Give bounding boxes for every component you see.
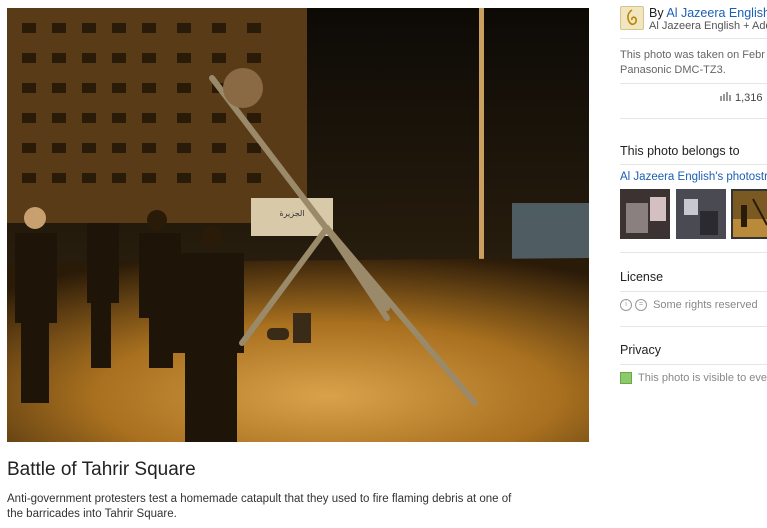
photostream-link[interactable]: Al Jazeera English's photostre	[620, 171, 767, 183]
divider	[620, 364, 767, 365]
thumbnail-image	[620, 189, 670, 239]
photo-taken-info: This photo was taken on Febr Panasonic D…	[620, 48, 765, 78]
al-jazeera-logo-icon	[627, 9, 637, 26]
stats-bars-icon	[720, 92, 731, 104]
add-contact-button[interactable]: + Add	[743, 20, 767, 32]
thumbnail-image	[676, 189, 726, 239]
photo-sidebar: By Al Jazeera English Al Jazeera English…	[620, 0, 767, 528]
view-count: 1,316	[720, 92, 763, 104]
photostream-thumbnail[interactable]	[620, 189, 670, 239]
cc-attribution-icon: i	[620, 299, 632, 312]
cc-noncommercial-icon: =	[635, 299, 647, 312]
divider	[620, 83, 767, 84]
thumbnail-image	[733, 191, 767, 237]
privacy-info: This photo is visible to eve	[620, 372, 767, 385]
catapult-photo-image: الجزيرة	[7, 8, 589, 442]
main-photo[interactable]: الجزيرة	[7, 8, 589, 442]
divider	[620, 164, 767, 165]
owner-sub-name: Al Jazeera English	[649, 20, 741, 32]
photo-description: Anti-government protesters test a homema…	[7, 493, 512, 520]
owner-byline: By Al Jazeera English	[649, 6, 767, 20]
privacy-text: This photo is visible to eve	[638, 372, 767, 384]
divider	[620, 38, 767, 39]
by-prefix: By	[649, 6, 664, 20]
visibility-status-icon	[620, 372, 632, 385]
photostream-thumbnail[interactable]	[676, 189, 726, 239]
license-link[interactable]: Some rights reserved	[653, 299, 758, 311]
privacy-heading: Privacy	[620, 343, 661, 357]
owner-avatar[interactable]	[620, 6, 644, 30]
divider	[620, 118, 767, 119]
owner-name-link[interactable]: Al Jazeera English	[666, 6, 767, 20]
photostream-thumbnail-current[interactable]	[731, 189, 767, 239]
owner-subline: Al Jazeera English + Add	[649, 20, 767, 32]
photo-title: Battle of Tahrir Square	[7, 459, 196, 480]
divider	[620, 326, 767, 327]
taken-date-text: This photo was taken on Febr	[620, 49, 765, 61]
view-count-value: 1,316	[735, 92, 763, 104]
divider	[620, 291, 767, 292]
license-info: i = Some rights reserved	[620, 299, 758, 312]
belongs-heading: This photo belongs to	[620, 144, 740, 158]
truck-sign-text: الجزيرة	[279, 209, 304, 218]
license-heading: License	[620, 270, 664, 284]
divider	[620, 252, 767, 253]
camera-link[interactable]: Panasonic DMC-TZ3.	[620, 63, 765, 78]
